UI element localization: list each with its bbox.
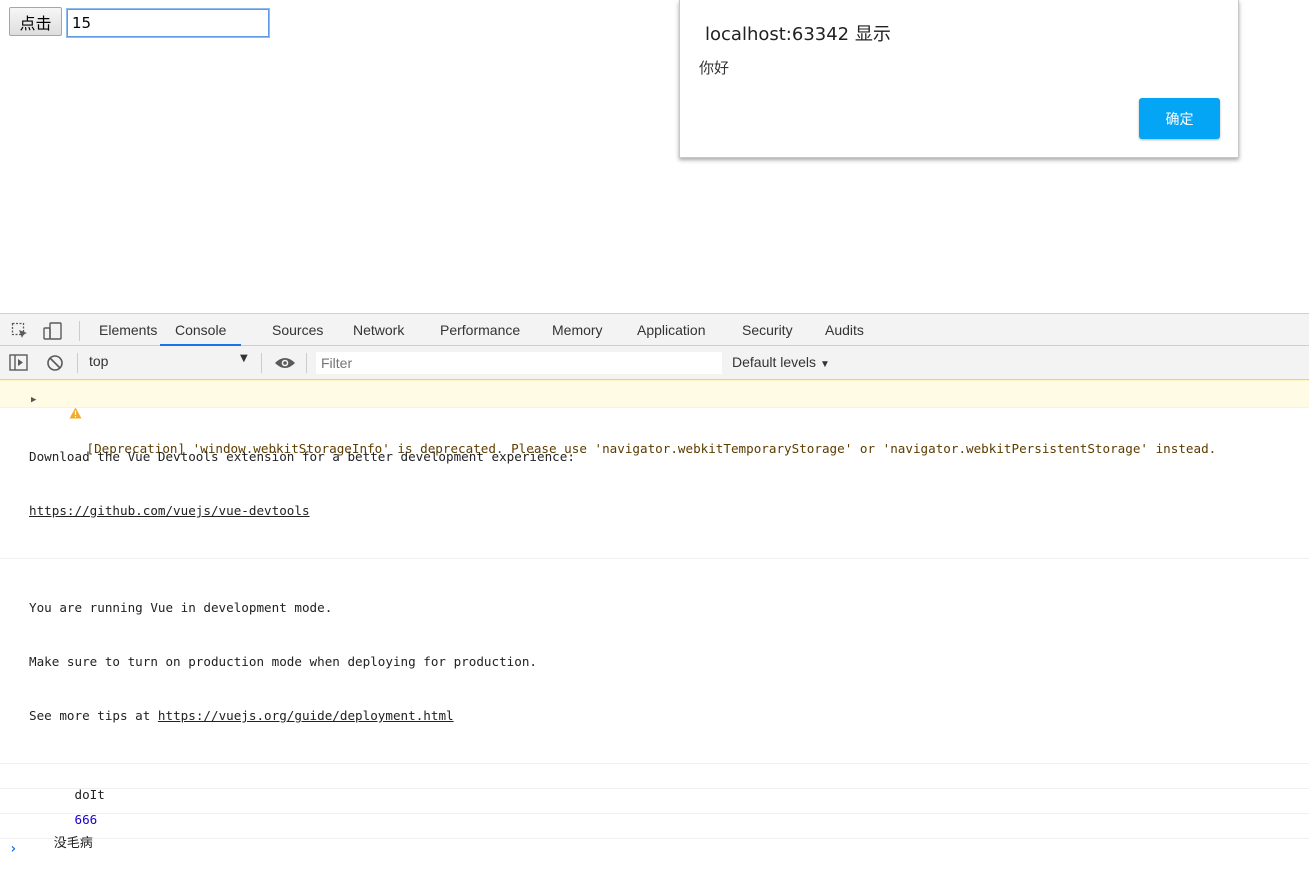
chevron-down-icon: ▼ — [819, 359, 830, 370]
console-log-entry: You are running Vue in development mode.… — [0, 559, 1309, 764]
expand-triangle-icon[interactable]: ▶ — [31, 391, 36, 409]
dialog-ok-button[interactable]: 确定 — [1139, 98, 1220, 139]
vue-devtools-link[interactable]: https://github.com/vuejs/vue-devtools — [29, 503, 310, 518]
devtools-panel: Elements Console Sources Network Perform… — [0, 313, 1309, 857]
dialog-message: 你好 — [699, 59, 730, 77]
tab-security[interactable]: Security — [742, 314, 793, 346]
console-warning: ▶ [Deprecation] 'window.webkitStorageInf… — [0, 380, 1309, 456]
number-input[interactable] — [66, 8, 270, 38]
log-text: You are running Vue in development mode. — [29, 600, 333, 615]
console-log-entry: doIt — [0, 764, 1309, 802]
devtools-tab-bar: Elements Console Sources Network Perform… — [0, 313, 1309, 346]
tab-sources[interactable]: Sources — [272, 314, 323, 346]
toolbar-divider — [79, 321, 80, 341]
tab-performance[interactable]: Performance — [440, 314, 520, 346]
show-sidebar-icon[interactable] — [9, 354, 28, 372]
log-text: Download the Vue Devtools extension for … — [29, 449, 575, 464]
tab-console[interactable]: Console — [160, 314, 242, 346]
clear-console-icon[interactable] — [46, 354, 64, 372]
click-button[interactable]: 点击 — [9, 7, 62, 36]
log-text: See more tips at — [29, 708, 158, 723]
tab-elements[interactable]: Elements — [99, 314, 157, 346]
log-levels-dropdown[interactable]: Default levels ▼ — [732, 354, 830, 370]
chevron-down-icon[interactable]: ▼ — [240, 353, 248, 364]
vue-deployment-link[interactable]: https://vuejs.org/guide/deployment.html — [158, 708, 454, 723]
toolbar-divider — [77, 353, 78, 373]
tab-application[interactable]: Application — [637, 314, 706, 346]
console-log-entry: 没毛病 — [0, 814, 1309, 851]
context-select[interactable]: top — [89, 353, 249, 373]
tab-audits[interactable]: Audits — [825, 314, 864, 346]
device-toggle-icon[interactable] — [43, 322, 62, 340]
eye-icon[interactable] — [274, 355, 295, 373]
tab-memory[interactable]: Memory — [552, 314, 603, 346]
console-prompt[interactable]: › — [0, 839, 1309, 861]
console-log-entry: Download the Vue Devtools extension for … — [0, 408, 1309, 559]
toolbar-divider — [306, 353, 307, 373]
console-messages: ▶ [Deprecation] 'window.webkitStorageInf… — [0, 380, 1309, 861]
log-text: Make sure to turn on production mode whe… — [29, 654, 537, 669]
console-filter-input[interactable] — [316, 352, 722, 374]
toolbar-divider — [261, 353, 262, 373]
alert-dialog: localhost:63342 显示 你好 确定 — [679, 0, 1239, 158]
console-toolbar: top ▼ Default levels ▼ — [0, 346, 1309, 380]
console-log-entry: 666 — [0, 789, 1309, 827]
prompt-chevron-icon: › — [9, 841, 18, 857]
tab-network[interactable]: Network — [353, 314, 404, 346]
dialog-title: localhost:63342 显示 — [705, 24, 891, 45]
log-levels-label: Default levels — [732, 354, 817, 370]
inspect-element-icon[interactable] — [11, 322, 29, 340]
